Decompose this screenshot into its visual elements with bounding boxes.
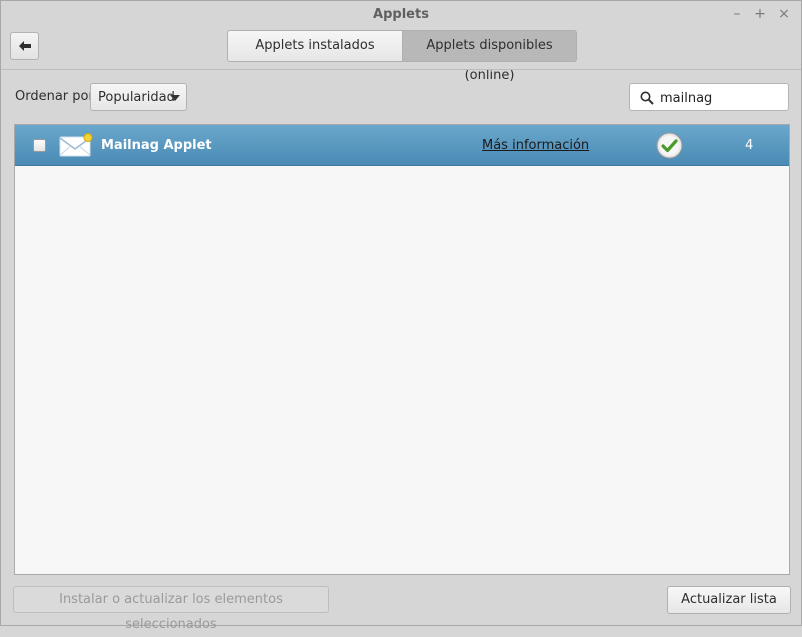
applet-list[interactable]: Mailnag Applet Más información 4 [14,124,790,575]
back-arrow-icon [19,41,31,51]
installed-check-icon [656,132,683,159]
titlebar[interactable]: Applets – + × [1,1,801,29]
mail-envelope-icon [59,133,93,157]
tab-installed-applets[interactable]: Applets instalados [227,30,403,62]
tab-online-applets[interactable]: Applets disponibles (online) [402,30,577,83]
back-button[interactable] [10,32,39,60]
search-input[interactable] [660,88,782,108]
applets-window: Applets – + × Applets instalados Applets… [0,0,802,632]
list-item[interactable]: Mailnag Applet Más información 4 [15,125,789,166]
sort-label: Ordenar por [15,89,94,104]
refresh-list-button[interactable]: Actualizar lista [667,586,791,614]
applet-name: Mailnag Applet [101,138,212,153]
maximize-button[interactable]: + [751,5,769,23]
window-title: Applets [373,7,429,22]
install-update-button[interactable]: Instalar o actualizar los elementos sele… [13,586,329,632]
minimize-button[interactable]: – [728,5,746,23]
sort-dropdown[interactable]: Popularidad [90,83,187,111]
sort-dropdown-value: Popularidad [98,90,175,105]
chevron-down-icon [170,95,180,101]
select-checkbox[interactable] [33,139,46,152]
more-info-link[interactable]: Más información [482,138,589,153]
header-divider [1,69,801,70]
close-button[interactable]: × [775,5,793,23]
magnifier-icon [640,91,654,105]
search-box[interactable] [629,83,789,111]
applet-score: 4 [745,138,754,153]
